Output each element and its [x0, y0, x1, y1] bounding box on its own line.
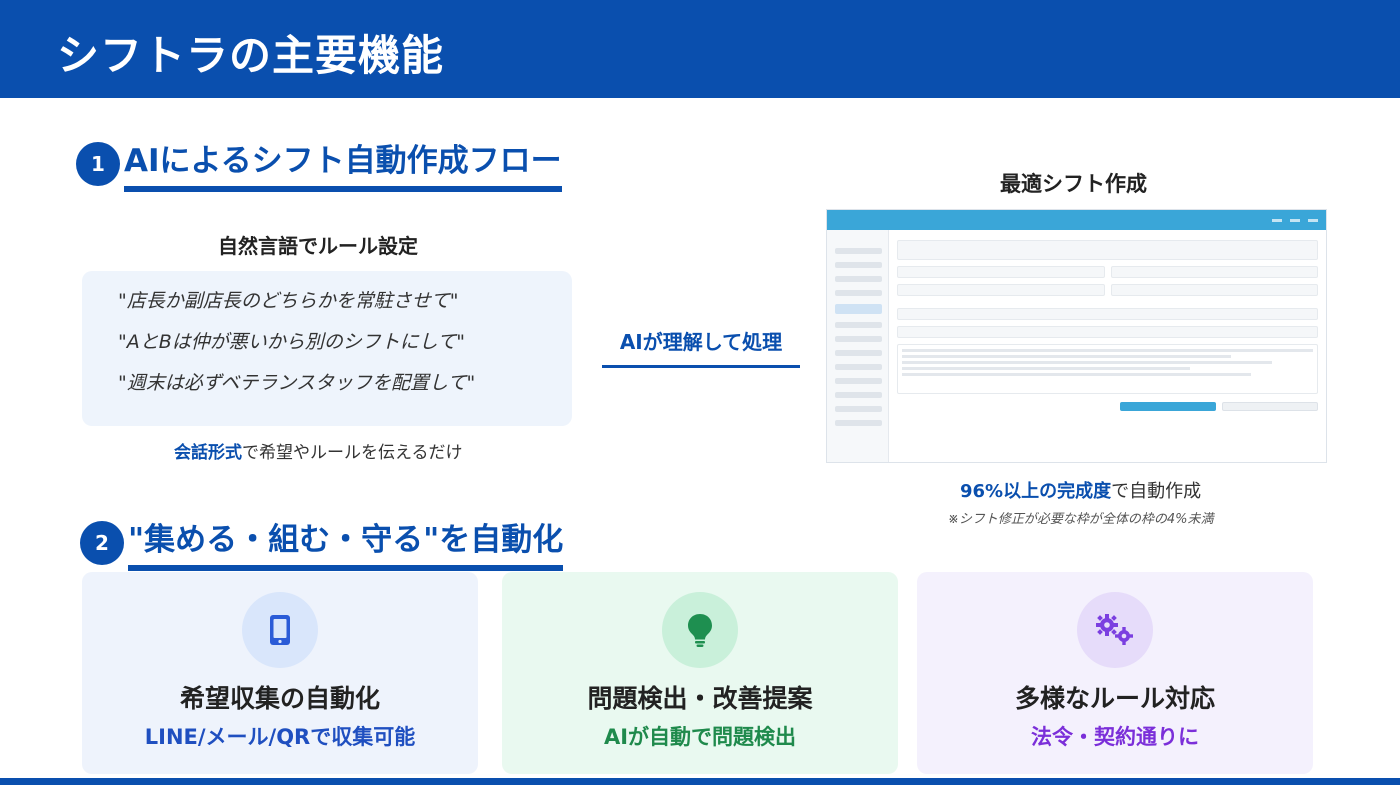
- app-screenshot-sidebar: [827, 230, 889, 462]
- conversation-caption: 会話形式で希望やルールを伝えるだけ: [174, 438, 463, 463]
- feature-card-title: 希望収集の自動化: [179, 684, 380, 713]
- feature-card-rules: 多様なルール対応 法令・契約通りに: [917, 572, 1313, 774]
- natural-language-subtitle: 自然言語でルール設定: [218, 234, 418, 258]
- section2-title: "集める・組む・守る"を自動化: [128, 514, 564, 571]
- app-screenshot-topbar-controls: [1272, 218, 1326, 222]
- section1-title: AIによるシフト自動作成フロー: [124, 135, 562, 192]
- lightbulb-icon: [662, 592, 738, 668]
- app-screenshot-image: [826, 209, 1327, 463]
- section2-number-badge: 2: [80, 520, 124, 565]
- page-title: シフトラの主要機能: [57, 31, 445, 80]
- feature-card-collection: 希望収集の自動化 LINE/メール/QRで収集可能: [82, 572, 478, 774]
- feature-card-detection: 問題検出・改善提案 AIが自動で問題検出: [502, 572, 898, 774]
- rule-example-quote: "週末は必ずベテランスタッフを配置して": [118, 372, 476, 394]
- rule-example-quote: "店長か副店長のどちらかを常駐させて": [118, 290, 459, 312]
- smartphone-icon: [242, 592, 318, 668]
- caption-rest: で希望やルールを伝えるだけ: [242, 443, 463, 463]
- footer-bar: [0, 778, 1400, 785]
- section1-number-badge: 1: [76, 141, 120, 186]
- section1-heading: 1 AIによるシフト自動作成フロー: [76, 135, 562, 192]
- completion-accent: 96%以上の完成度: [960, 481, 1112, 502]
- completion-caption: 96%以上の完成度で自動作成: [960, 477, 1201, 503]
- section2-heading: 2 "集める・組む・守る"を自動化: [80, 514, 564, 571]
- feature-card-subtitle: LINE/メール/QRで収集可能: [144, 725, 416, 749]
- app-screenshot-topbar: [827, 210, 1326, 230]
- completion-rest: で自動作成: [1111, 481, 1202, 502]
- rule-examples-box: "店長か副店長のどちらかを常駐させて" "AとBは仲が悪いから別のシフトにして"…: [82, 271, 572, 426]
- optimal-shift-subtitle: 最適シフト作成: [1000, 172, 1147, 196]
- header-bar: シフトラの主要機能: [0, 0, 1400, 98]
- completion-note: ※シフト修正が必要な枠が全体の枠の4%未満: [948, 512, 1214, 527]
- feature-card-subtitle: AIが自動で問題検出: [603, 725, 797, 749]
- feature-card-title: 多様なルール対応: [1014, 684, 1215, 713]
- ai-process-label: AIが理解して処理: [602, 326, 800, 368]
- feature-card-title: 問題検出・改善提案: [587, 684, 813, 713]
- gears-icon: [1077, 592, 1153, 668]
- caption-accent: 会話形式: [174, 443, 242, 463]
- rule-example-quote: "AとBは仲が悪いから別のシフトにして": [118, 331, 465, 353]
- feature-card-subtitle: 法令・契約通りに: [1031, 725, 1199, 749]
- app-screenshot-content: [897, 240, 1318, 411]
